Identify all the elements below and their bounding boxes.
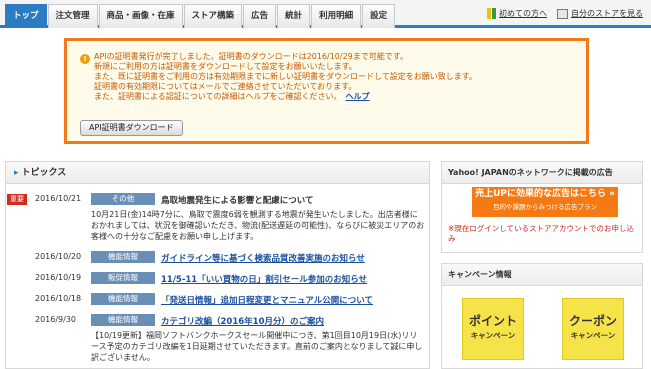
- point-campaign-title: ポイント: [468, 314, 517, 328]
- topic-date: 2016/10/20: [35, 252, 82, 261]
- topic-category: 販促情報: [91, 272, 155, 284]
- topics-title: トピックス: [6, 162, 429, 184]
- tab-ads[interactable]: 広告: [243, 4, 277, 28]
- ad-banner[interactable]: 売上UPに効果的な広告はこちら » 目的や課題からみつける広告プラン: [472, 187, 618, 217]
- tab-orders[interactable]: 注文管理: [47, 4, 98, 28]
- topic-body: 10月21日(金)14時7分に、鳥取で震度6弱を観測する地震が発生いたしました。…: [91, 210, 425, 241]
- ad-panel-title: Yahoo! JAPANのネットワークに掲載の広告: [442, 162, 642, 184]
- topic-date: 2016/9/30: [35, 315, 77, 324]
- warning-icon: !: [80, 54, 90, 64]
- ad-banner-sub: 目的や課題からみつける広告プラン: [493, 203, 597, 211]
- topic-title-link[interactable]: ガイドライン等に基づく検索品質改善実施のお知らせ: [161, 252, 365, 264]
- view-store-link-label: 自分のストアを見る: [571, 9, 643, 18]
- ad-banner-main: 売上UPに効果的な広告はこちら »: [475, 189, 615, 199]
- topic-title: 鳥取地震発生による影響と配慮について: [161, 196, 314, 206]
- view-store-link[interactable]: 自分のストアを見る: [557, 8, 643, 19]
- tab-products[interactable]: 商品・画像・在庫: [98, 4, 183, 28]
- topics-panel: トピックス 重要 2016/10/21 その他 鳥取地震発生による影響と配慮につ…: [5, 161, 430, 369]
- topic-title-link[interactable]: 「発送日情報」追加日程変更とマニュアル公開について: [161, 294, 373, 306]
- topic-category: 機能情報: [91, 251, 155, 263]
- tab-top[interactable]: トップ: [5, 4, 47, 28]
- important-badge: 重要: [7, 194, 27, 205]
- tab-store-build[interactable]: ストア構築: [183, 4, 243, 28]
- beginner-link[interactable]: 初めての方へ: [487, 8, 547, 19]
- topic-title-link[interactable]: 11/5-11「いい買物の日」割引セール参加のお知らせ: [161, 273, 367, 285]
- notice-line-help: また、証明書による認証についての詳細はヘルプをご確認ください。 ヘルプ: [94, 92, 575, 102]
- store-window-icon: [557, 8, 568, 19]
- help-link[interactable]: ヘルプ: [346, 92, 370, 101]
- ad-panel: Yahoo! JAPANのネットワークに掲載の広告 売上UPに効果的な広告はこち…: [441, 161, 643, 253]
- tab-stats[interactable]: 統計: [277, 4, 311, 28]
- tab-billing[interactable]: 利用明細: [311, 4, 362, 28]
- nav-tabs: トップ 注文管理 商品・画像・在庫 ストア構築 広告 統計 利用明細 設定: [5, 4, 396, 28]
- point-campaign-sub: キャンペーン: [470, 331, 516, 340]
- topic-date: 2016/10/18: [35, 294, 82, 303]
- beginner-link-label: 初めての方へ: [499, 9, 547, 18]
- coupon-campaign-sub: キャンペーン: [570, 331, 616, 340]
- topic-category: 機能情報: [91, 293, 155, 305]
- notice-line: 新規にご利用の方は証明書をダウンロードして設定をお願いいたします。: [94, 62, 357, 71]
- notice-line: また、既に証明書をご利用の方は有効期限までに新しい証明書をダウンロードして設定を…: [94, 72, 477, 81]
- notice-text: APIの証明書発行が完了しました。証明書のダウンロードは2016/10/29まで…: [94, 52, 575, 102]
- notice-line: 証明書の有効期限についてはメールでご連絡させていただいております。: [94, 82, 357, 91]
- global-nav: トップ 注文管理 商品・画像・在庫 ストア構築 広告 統計 利用明細 設定 初め…: [0, 0, 651, 28]
- coupon-campaign-title: クーポン: [568, 314, 617, 328]
- campaign-panel: キャンペーン情報 ポイント キャンペーン クーポン キャンペーン: [441, 263, 643, 369]
- topic-body: 【10/19更新】福岡ソフトバンクホークスセール開催中につき、第1回目10月19…: [91, 331, 423, 362]
- api-cert-download-button[interactable]: API証明書ダウンロード: [80, 120, 183, 136]
- campaign-panel-title: キャンペーン情報: [442, 264, 642, 286]
- notice-line: また、証明書による認証についての詳細はヘルプをご確認ください。: [94, 92, 342, 101]
- topic-date: 2016/10/19: [35, 273, 82, 282]
- point-campaign-button[interactable]: ポイント キャンペーン: [462, 298, 524, 360]
- topic-category: 機能情報: [91, 314, 155, 326]
- topic-date: 2016/10/21: [35, 194, 82, 203]
- api-cert-notice: ! APIの証明書発行が完了しました。証明書のダウンロードは2016/10/29…: [64, 38, 589, 144]
- topic-category: その他: [91, 193, 155, 205]
- nav-links: 初めての方へ 自分のストアを見る: [487, 8, 643, 19]
- ad-note: ※現在ログインしているストアアカウントでのお申し込み: [448, 224, 635, 243]
- notice-line: APIの証明書発行が完了しました。証明書のダウンロードは2016/10/29まで…: [94, 52, 408, 61]
- topic-title-link[interactable]: カテゴリ改編（2016年10月分）のご案内: [161, 315, 324, 327]
- coupon-campaign-button[interactable]: クーポン キャンペーン: [562, 298, 624, 360]
- tab-settings[interactable]: 設定: [362, 4, 396, 28]
- beginner-mark-icon: [487, 8, 496, 19]
